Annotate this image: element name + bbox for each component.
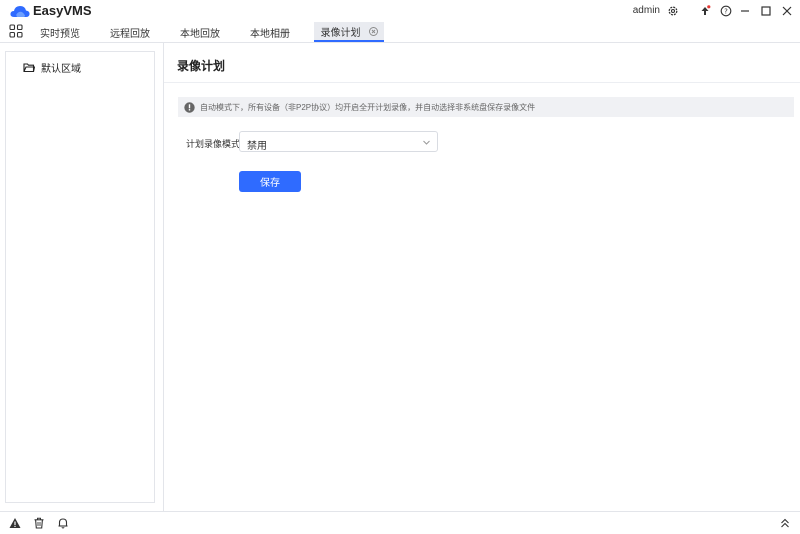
maximize-icon[interactable] [758,3,774,19]
svg-text:?: ? [724,8,728,16]
tab-close-icon[interactable] [368,26,378,36]
close-icon[interactable] [779,3,795,19]
tab-bar: 实时预览 远程回放 本地回放 本地相册 录像计划 [0,22,800,43]
minimize-icon[interactable] [737,3,753,19]
bell-icon[interactable] [57,517,69,529]
double-chevron-up-icon[interactable] [779,517,791,529]
chevron-down-icon [423,140,430,145]
recording-mode-label: 计划录像模式 [186,139,241,149]
help-icon[interactable]: ? [718,3,734,19]
tree-item-default-area[interactable]: 默认区域 [23,60,81,75]
page-header: 录像计划 [164,43,800,83]
username[interactable]: admin [633,5,660,16]
tab-live-preview[interactable]: 实时预览 [32,22,88,42]
trash-icon[interactable] [33,517,45,529]
recording-mode-value: 禁用 [247,141,267,152]
tab-recording-plan[interactable]: 录像计划 [314,22,384,42]
tab-remote-playback[interactable]: 远程回放 [102,22,158,42]
folder-icon [23,63,35,73]
recording-mode-select[interactable]: 禁用 [239,131,438,152]
tab-local-playback[interactable]: 本地回放 [172,22,228,42]
info-icon [184,101,195,113]
info-text: 自动模式下，所有设备（非P2P协议）均开启全开计划录像，并自动选择非系统盘保存录… [200,102,536,112]
tab-local-album[interactable]: 本地相册 [242,22,298,42]
panel-divider[interactable] [163,43,164,511]
app-title: EasyVMS [33,3,92,18]
upload-icon[interactable] [697,3,713,19]
page-title: 录像计划 [177,59,226,73]
warning-icon[interactable] [9,517,21,529]
title-bar: EasyVMS admin ? [0,0,800,22]
apps-grid-icon[interactable] [9,24,23,38]
app-logo-icon [10,6,30,17]
device-tree-panel: 默认区域 [5,51,155,503]
save-button[interactable]: 保存 [239,171,301,192]
settings-icon[interactable] [665,3,681,19]
status-bar [0,511,800,534]
info-banner: 自动模式下，所有设备（非P2P协议）均开启全开计划录像，并自动选择非系统盘保存录… [178,97,794,117]
